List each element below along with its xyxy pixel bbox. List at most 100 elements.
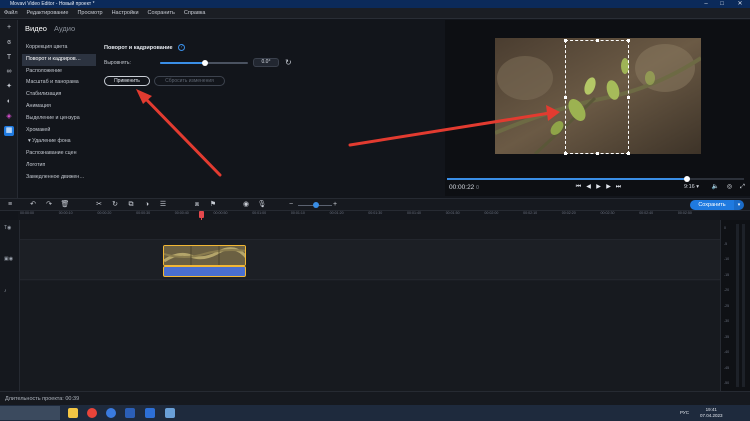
zoom-out-icon[interactable]: − [286,200,296,210]
maximize-icon[interactable]: □ [714,0,730,8]
menu-help[interactable]: Справка [184,10,206,16]
effect-logo[interactable]: Логотип [22,160,96,172]
microphone-icon[interactable]: 🎙 [257,200,267,210]
crop-handle[interactable] [564,39,567,42]
effect-zoom-pan[interactable]: Масштаб и панорама [22,77,96,89]
save-button[interactable]: Сохранить [690,200,734,210]
rotate-crop-settings: Поворот и кадрирование ? Выровнять: 0.0°… [100,40,440,190]
color-icon[interactable]: ◑ [142,200,152,210]
delete-icon[interactable]: 🗑 [60,200,70,210]
app-icon[interactable] [165,408,175,418]
status-bar: Длительность проекта: 00:39 [0,391,750,405]
skip-forward-icon[interactable]: ⏭ [614,183,623,192]
filters-icon[interactable]: ◐ [4,97,14,107]
menu-settings[interactable]: Настройки [112,10,139,16]
marker-icon[interactable]: ⚑ [208,200,218,210]
effect-slow-motion[interactable]: Замедленное движен… [22,172,96,184]
crop-icon[interactable]: ⧉ [126,200,136,210]
effect-chroma-key[interactable]: Хромакей [22,125,96,137]
timecode-main: 00:00:22 [449,184,475,191]
step-forward-icon[interactable]: ▶ [604,183,613,192]
menu-file[interactable]: Файл [4,10,18,16]
crop-handle[interactable] [627,39,630,42]
crop-handle[interactable] [596,152,599,155]
zoom-slider-handle[interactable] [313,202,319,208]
playback-remaining[interactable] [687,178,744,180]
effect-rotate-crop[interactable]: Поворот и кадриров… [22,53,96,66]
chrome-icon[interactable] [87,408,97,418]
cut-icon[interactable]: ✂ [94,200,104,210]
menu-edit[interactable]: Редактирование [27,10,69,16]
apply-button[interactable]: Применить [104,76,150,86]
clock[interactable]: 19:41 07.04.2023 [700,407,723,418]
effect-position[interactable]: Расположение [22,66,96,78]
tab-audio[interactable]: Аудио [54,24,75,33]
audio-track[interactable] [20,281,720,391]
step-back-icon[interactable]: ◀ [584,183,593,192]
effect-animation[interactable]: Анимация [22,101,96,113]
browser-icon[interactable] [106,408,116,418]
effect-color-correction[interactable]: Коррекция цвета [22,42,96,54]
snapshot-icon[interactable]: ◎ [725,183,734,192]
transitions-icon[interactable]: ∞ [4,67,14,77]
crop-handle[interactable] [627,96,630,99]
skip-back-icon[interactable]: ⏮ [574,183,583,192]
play-icon[interactable]: ▶ [594,183,603,192]
effect-background-removal[interactable]: ▾ Удаление фона [22,136,96,148]
menu-bar: Файл Редактирование Просмотр Настройки С… [0,8,750,19]
properties-icon[interactable]: ☰ [158,200,168,210]
crop-handle[interactable] [627,152,630,155]
stickers-icon[interactable]: ✦ [4,82,14,92]
crop-handle[interactable] [596,39,599,42]
more-tools-icon[interactable]: ▦ [4,126,14,136]
audio-clip[interactable] [163,266,246,277]
webcam-icon[interactable]: ◉ [241,200,251,210]
angle-input[interactable]: 0.0° [253,58,279,67]
effect-scene-detection[interactable]: Распознавание сцен [22,148,96,160]
zoom-in-icon[interactable]: + [330,200,340,210]
save-dropdown-icon[interactable]: ▾ [734,200,744,210]
minimize-icon[interactable]: – [698,0,714,8]
tab-video[interactable]: Видео [25,24,47,33]
ruler-tick: 00:00:40 [174,211,189,215]
undo-icon[interactable]: ↶ [28,200,38,210]
redo-icon[interactable]: ↷ [44,200,54,210]
close-icon[interactable]: ✕ [732,0,748,8]
menu-view[interactable]: Просмотр [77,10,102,16]
video-track[interactable] [20,240,720,280]
text-icon[interactable]: T [4,53,14,63]
file-explorer-icon[interactable] [68,408,78,418]
aspect-ratio-select[interactable]: 9:16 ▾ [684,184,699,190]
word-icon[interactable] [125,408,135,418]
sparkle-icon[interactable]: ◈ [4,112,14,122]
ruler-tick: 00:01:00 [252,211,267,215]
crop-frame[interactable] [564,39,630,155]
tracks-menu-icon[interactable]: ≡ [5,200,15,210]
angle-slider-handle[interactable] [202,60,208,66]
taskbar-search[interactable] [0,406,60,420]
crop-handle[interactable] [564,152,567,155]
language-indicator[interactable]: РУС [680,410,689,415]
timeline-ruler[interactable]: 00:00:00 00:00:10 00:00:20 00:00:30 00:00:40… [18,211,720,220]
reset-changes-button[interactable]: Сбросить изменения [154,76,225,86]
fullscreen-icon[interactable]: ⤢ [738,183,747,192]
add-icon[interactable]: + [4,23,14,33]
crop-handle[interactable] [564,96,567,99]
text-track-icon[interactable]: T◉ [4,225,11,231]
help-icon[interactable]: ? [178,44,185,51]
video-track-icon[interactable]: ▣◉ [4,256,13,262]
effects-icon[interactable]: ɞ [4,38,14,48]
volume-icon[interactable]: 🔈 [711,183,720,192]
movavi-icon[interactable] [145,408,155,418]
menu-save[interactable]: Сохранить [148,10,175,16]
effect-stabilization[interactable]: Стабилизация [22,89,96,101]
audio-track-icon[interactable]: ♪ [4,288,7,294]
playback-handle[interactable] [684,176,690,182]
overlay-icon[interactable]: ⧈ [192,200,202,210]
effect-highlight-censor[interactable]: Выделение и цензура [22,113,96,125]
playback-progress[interactable] [447,178,687,180]
text-track[interactable] [20,220,720,240]
video-clip[interactable] [163,245,246,266]
reset-rotation-icon[interactable]: ↻ [285,58,294,67]
rotate-icon[interactable]: ↻ [110,200,120,210]
